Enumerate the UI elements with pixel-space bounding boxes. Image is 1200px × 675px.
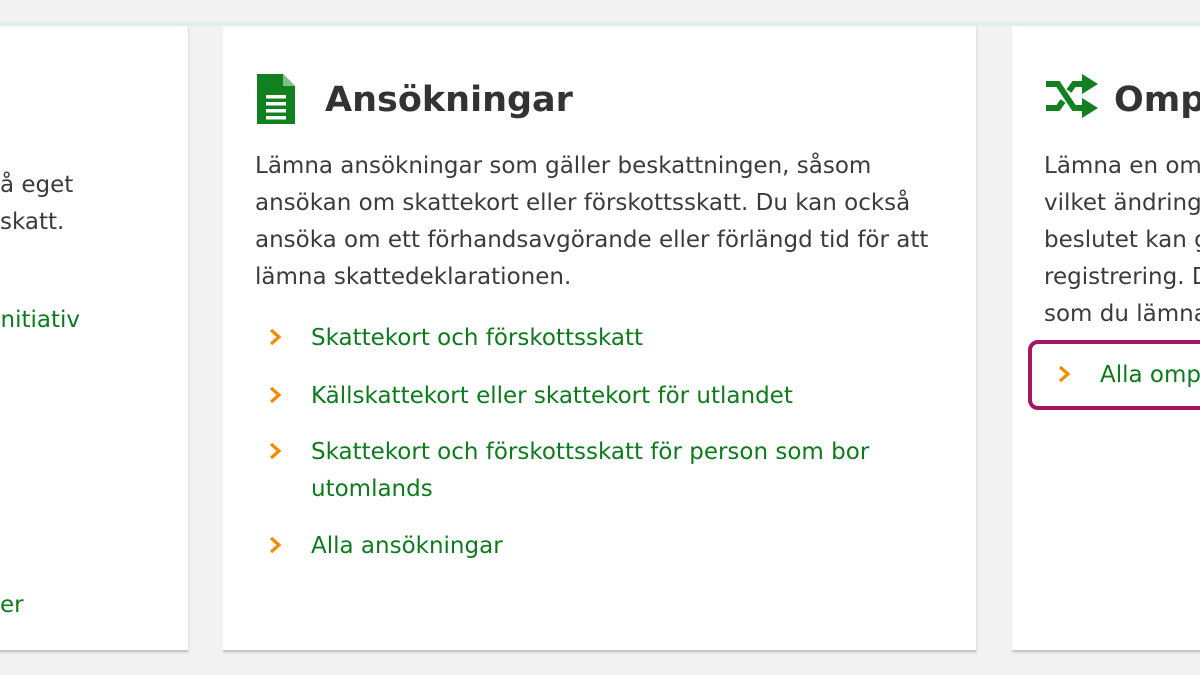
- left-card-desc-line-1: å eget: [0, 172, 74, 198]
- link-skattekort-forskottsskatt[interactable]: Skattekort och förskottsskatt: [311, 320, 643, 357]
- card-title: Omp: [1114, 80, 1200, 120]
- left-card-link-2[interactable]: er: [0, 587, 188, 624]
- card-desc-line-1: Lämna ansökningar som gäller beskattning…: [255, 153, 872, 179]
- left-card-desc-line-2: skatt.: [0, 209, 65, 235]
- link-kallskattekort[interactable]: Källskattekort eller skattekort för utla…: [311, 378, 793, 415]
- chevron-right-icon: [269, 328, 282, 346]
- card-desc-line-4: registrering. D: [1044, 264, 1200, 290]
- link-skattekort-utomlands-line-1[interactable]: Skattekort och förskottsskatt för person…: [311, 434, 869, 471]
- page: å eget skatt. nitiativ er Ansökningar Lä…: [0, 0, 1200, 675]
- card-desc-line-4: lämna skattedeklarationen.: [255, 264, 572, 290]
- chevron-right-icon: [269, 442, 282, 460]
- card-desc-line-2: vilket ändring: [1044, 190, 1200, 216]
- left-card-link-1[interactable]: nitiativ: [0, 302, 188, 339]
- link-alla-ansokningar[interactable]: Alla ansökningar: [311, 528, 503, 565]
- card-left: å eget skatt. nitiativ er: [0, 26, 188, 652]
- shuffle-icon: [1046, 74, 1098, 118]
- chevron-right-icon: [269, 386, 282, 404]
- focus-ring: [1028, 340, 1200, 410]
- chevron-right-icon: [269, 536, 282, 554]
- document-icon: [257, 74, 295, 124]
- card-desc-line-3: beslutet kan g: [1044, 227, 1200, 253]
- link-skattekort-utomlands-line-2[interactable]: utomlands: [311, 471, 433, 508]
- card-desc-line-2: ansökan om skattekort eller förskottsska…: [255, 190, 911, 216]
- card-desc-line-5: som du lämna: [1044, 301, 1200, 327]
- card-omprovning: Omp Lämna en om vilket ändring beslutet …: [1012, 26, 1200, 652]
- card-title: Ansökningar: [325, 80, 573, 120]
- card-ansokningar: Ansökningar Lämna ansökningar som gäller…: [223, 26, 976, 652]
- card-desc-line-3: ansöka om ett förhandsavgörande eller fö…: [255, 227, 929, 253]
- card-desc-line-1: Lämna en om: [1044, 153, 1200, 179]
